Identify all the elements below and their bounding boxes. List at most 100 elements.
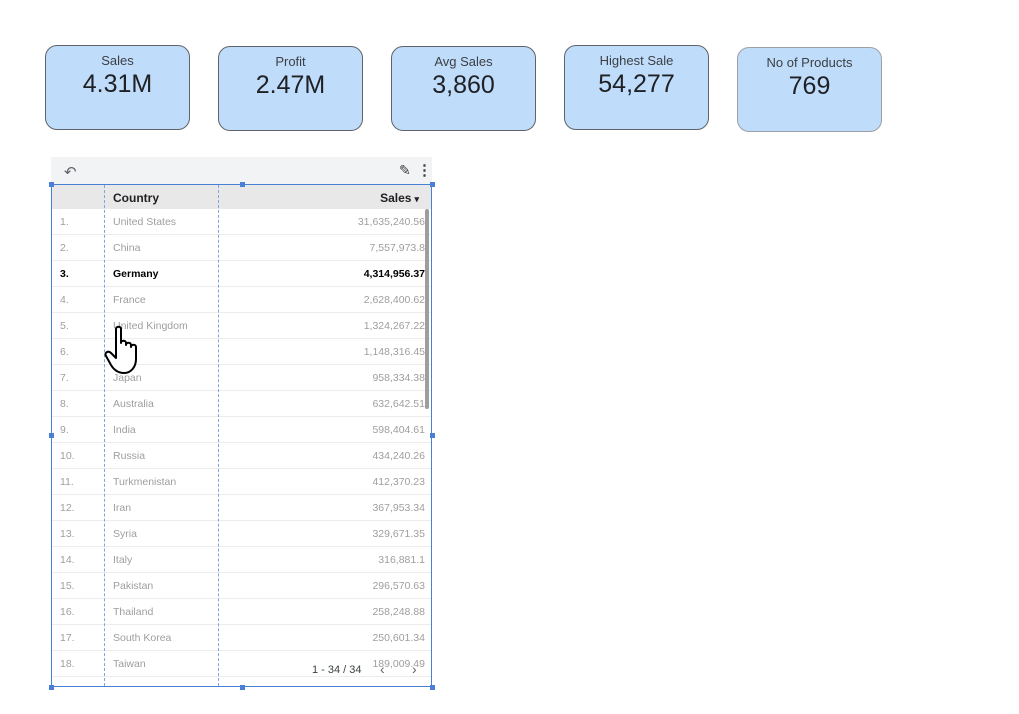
cell-country: Taiwan <box>113 658 146 670</box>
undo-icon[interactable]: ↶ <box>64 163 77 181</box>
kpi-card-highest-sale[interactable]: Highest Sale 54,277 <box>564 45 709 130</box>
cell-country: China <box>113 242 141 254</box>
cell-country: France <box>113 294 146 306</box>
cell-sales: 412,370.23 <box>372 476 425 488</box>
column-divider[interactable] <box>218 185 219 686</box>
table-row[interactable]: 8. Australia 632,642.51 <box>52 391 431 417</box>
table-row[interactable]: 1. United States 31,635,240.56 <box>52 209 431 235</box>
kpi-card-no-of-products[interactable]: No of Products 769 <box>737 47 882 132</box>
row-index: 8. <box>60 398 69 410</box>
row-index: 12. <box>60 502 75 514</box>
cell-sales: 1,148,316.45 <box>363 346 425 358</box>
row-index: 6. <box>60 346 69 358</box>
row-index: 15. <box>60 580 75 592</box>
cell-country: Italy <box>113 554 133 566</box>
cell-sales: 250,601.34 <box>372 632 425 644</box>
cell-country: Russia <box>113 450 146 462</box>
cell-country: Syria <box>113 528 137 540</box>
cell-sales: 958,334.38 <box>372 372 425 384</box>
table-row[interactable]: 17. South Korea 250,601.34 <box>52 625 431 651</box>
cell-sales: 2,628,400.62 <box>363 294 425 306</box>
table-row[interactable]: 14. Italy 316,881.1 <box>52 547 431 573</box>
kpi-card-sales[interactable]: Sales 4.31M <box>45 45 190 130</box>
cell-sales: 598,404.61 <box>372 424 425 436</box>
resize-handle[interactable] <box>49 182 54 187</box>
cell-country: South Korea <box>113 632 172 644</box>
column-header-sales[interactable]: Sales ▾ <box>380 191 419 205</box>
row-index: 10. <box>60 450 75 462</box>
table-row[interactable]: 3. Germany 4,314,956.37 <box>52 261 431 287</box>
kpi-card-profit[interactable]: Profit 2.47M <box>218 46 363 131</box>
cell-sales: 7,557,973.8 <box>369 242 425 254</box>
resize-handle[interactable] <box>49 433 54 438</box>
pagination-label: 1 - 34 / 34 <box>312 664 362 676</box>
row-index: 7. <box>60 372 69 384</box>
resize-handle[interactable] <box>430 182 435 187</box>
kpi-label: No of Products <box>766 55 853 70</box>
row-index: 18. <box>60 658 75 670</box>
table-row[interactable]: 18. Taiwan 189,009.49 <box>52 651 431 677</box>
cell-country: United States <box>113 216 177 228</box>
table-header: Country Sales ▾ <box>52 185 431 209</box>
row-index: 4. <box>60 294 69 306</box>
cell-country: Germany <box>113 268 159 280</box>
kpi-value: 4.31M <box>82 70 153 98</box>
row-index: 13. <box>60 528 75 540</box>
cell-country: India <box>113 424 136 436</box>
cell-sales: 316,881.1 <box>378 554 425 566</box>
table-row[interactable]: 13. Syria 329,671.35 <box>52 521 431 547</box>
table-row[interactable]: 2. China 7,557,973.8 <box>52 235 431 261</box>
cell-country: Australia <box>113 398 154 410</box>
row-index: 3. <box>60 268 69 280</box>
table-row[interactable]: 11. Turkmenistan 412,370.23 <box>52 469 431 495</box>
resize-handle[interactable] <box>240 685 245 690</box>
sort-desc-icon[interactable]: ▾ <box>414 194 419 204</box>
row-index: 14. <box>60 554 75 566</box>
row-index: 17. <box>60 632 75 644</box>
cell-sales: 1,324,267.22 <box>363 320 425 332</box>
kpi-label: Sales <box>101 53 134 68</box>
scrollbar[interactable] <box>425 209 429 409</box>
kpi-label: Highest Sale <box>599 53 674 68</box>
row-index: 2. <box>60 242 69 254</box>
more-vert-icon[interactable]: ⋮ <box>417 161 432 179</box>
column-header-country[interactable]: Country <box>113 191 159 205</box>
hand-pointer-icon <box>104 325 137 374</box>
column-header-sales-label: Sales <box>380 191 412 205</box>
table-row[interactable]: 10. Russia 434,240.26 <box>52 443 431 469</box>
kpi-value: 2.47M <box>255 71 326 99</box>
resize-handle[interactable] <box>430 685 435 690</box>
cell-sales: 31,635,240.56 <box>357 216 425 228</box>
chevron-right-icon[interactable]: › <box>412 661 417 677</box>
row-index: 16. <box>60 606 75 618</box>
resize-handle[interactable] <box>240 182 245 187</box>
table-row[interactable]: 15. Pakistan 296,570.63 <box>52 573 431 599</box>
pencil-icon[interactable]: ✎ <box>399 162 411 179</box>
kpi-value: 54,277 <box>598 70 675 98</box>
row-index: 5. <box>60 320 69 332</box>
cell-sales: 329,671.35 <box>372 528 425 540</box>
column-divider[interactable] <box>104 185 105 686</box>
cell-sales: 434,240.26 <box>372 450 425 462</box>
row-index: 1. <box>60 216 69 228</box>
table-row[interactable]: 16. Thailand 258,248.88 <box>52 599 431 625</box>
chevron-left-icon[interactable]: ‹ <box>380 661 385 677</box>
table-body: 1. United States 31,635,240.56 2. China 7,557… <box>52 209 431 677</box>
table-toolbar: ↶ ✎ ⋮ <box>51 157 432 184</box>
kpi-value: 3,860 <box>432 71 495 99</box>
resize-handle[interactable] <box>430 433 435 438</box>
cell-country: Pakistan <box>113 580 154 592</box>
table-row[interactable]: 4. France 2,628,400.62 <box>52 287 431 313</box>
cell-sales: 4,314,956.37 <box>363 268 425 280</box>
cell-country: Turkmenistan <box>113 476 177 488</box>
cell-sales: 367,953.34 <box>372 502 425 514</box>
cell-country: Thailand <box>113 606 154 618</box>
table-row[interactable]: 9. India 598,404.61 <box>52 417 431 443</box>
kpi-card-avg-sales[interactable]: Avg Sales 3,860 <box>391 46 536 131</box>
cell-sales: 296,570.63 <box>372 580 425 592</box>
cell-sales: 632,642.51 <box>372 398 425 410</box>
cell-country: Iran <box>113 502 132 514</box>
resize-handle[interactable] <box>49 685 54 690</box>
table-row[interactable]: 12. Iran 367,953.34 <box>52 495 431 521</box>
sales-table[interactable]: Country Sales ▾ 1. United States 31,635,240… <box>51 184 432 687</box>
